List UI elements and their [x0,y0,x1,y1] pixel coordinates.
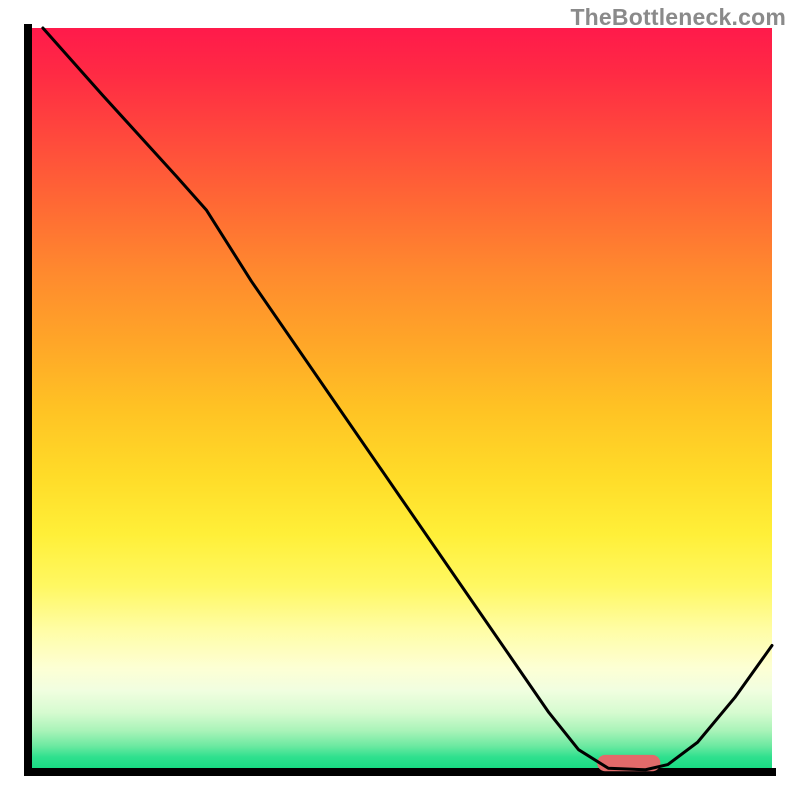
bottleneck-chart: TheBottleneck.com [0,0,800,800]
chart-overlay [28,28,772,772]
watermark-text: TheBottleneck.com [570,4,786,31]
bottleneck-curve [43,28,772,770]
